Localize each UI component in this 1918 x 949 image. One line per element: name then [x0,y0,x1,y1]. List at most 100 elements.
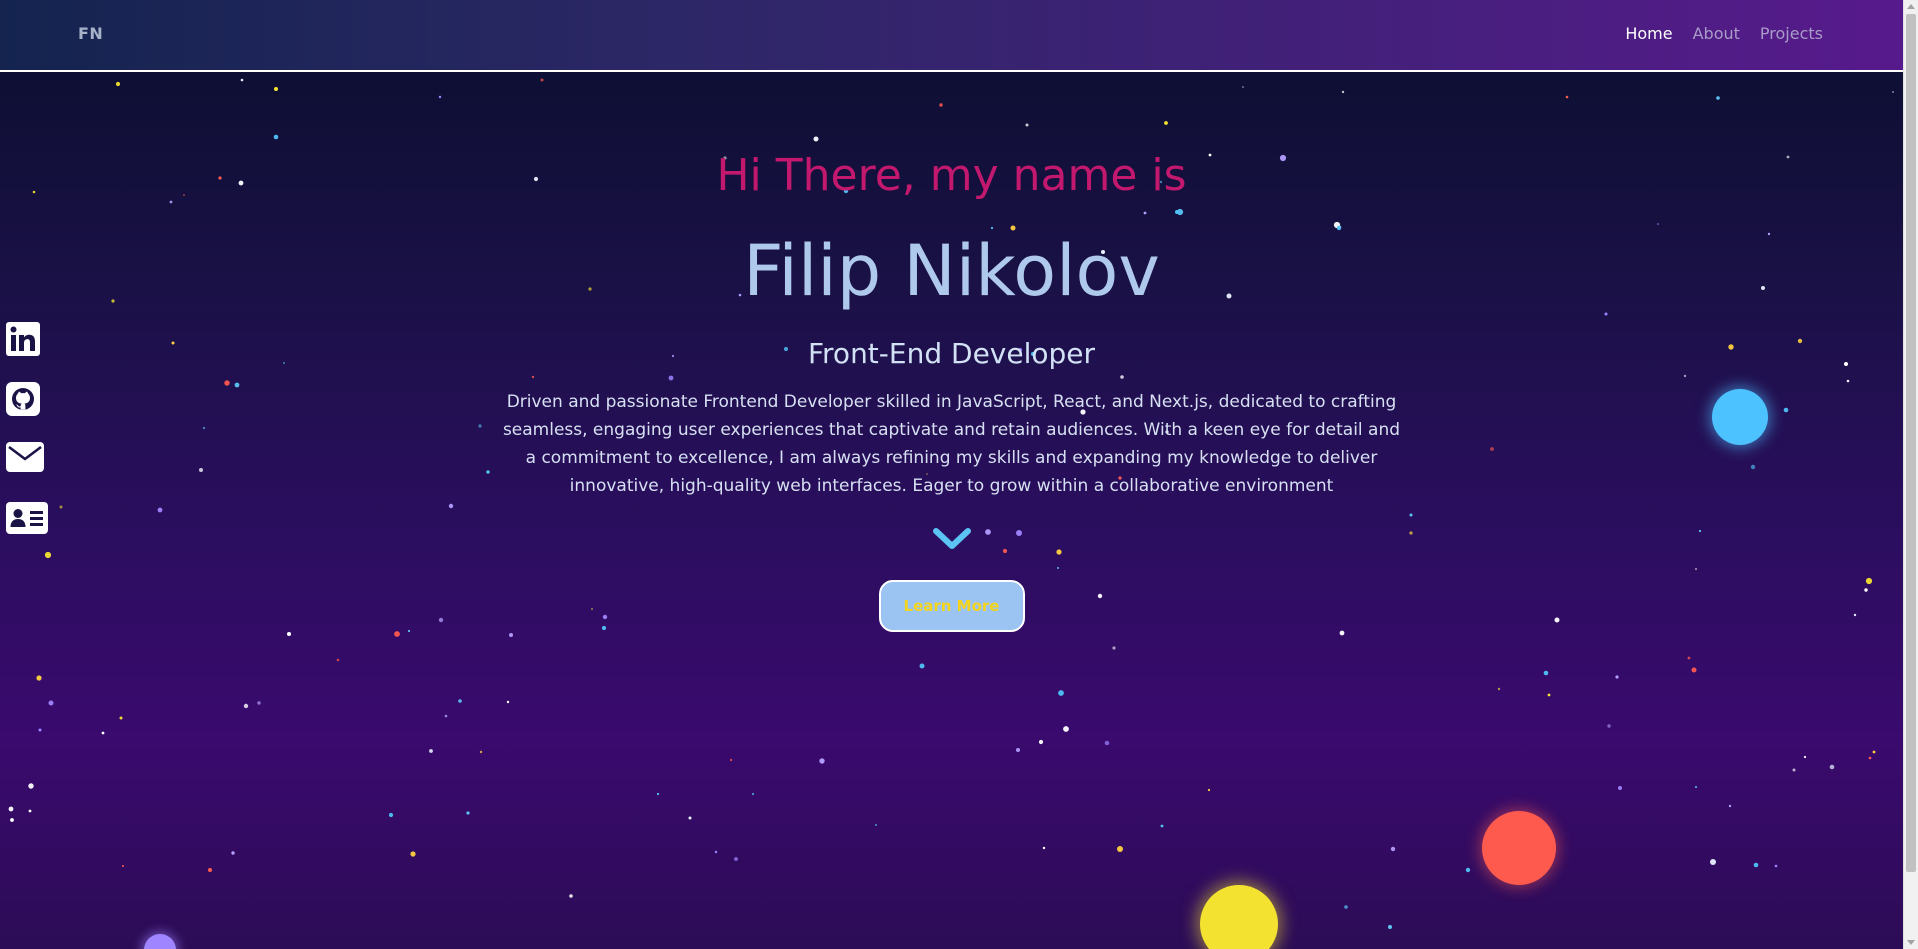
star-dot [819,758,825,764]
scrollbar-thumb[interactable] [1906,14,1916,872]
nav-projects-link[interactable]: Projects [1760,24,1823,43]
star-dot [569,894,573,898]
star-dot [38,728,42,732]
star-dot [1465,867,1471,873]
star-dot [115,81,121,87]
star-dot [274,87,278,91]
hero-name: Filip Nikolov [743,230,1160,312]
star-dot [1207,788,1211,792]
hero-role: Front-End Developer [807,337,1096,370]
mail-icon[interactable] [6,442,48,482]
star-dot [28,783,34,789]
star-dot [257,701,261,705]
star-dot [208,868,212,872]
nav-about-link[interactable]: About [1693,24,1740,43]
star-dot [1390,846,1396,852]
star-dot [1388,925,1392,929]
social-sidebar [6,322,48,562]
star-dot [1242,86,1244,88]
star-dot [540,78,544,82]
contact-card-icon[interactable] [6,502,48,542]
star-dot [1160,824,1164,828]
star-dot [273,134,279,140]
star-dot [939,103,943,107]
star-dot [1868,756,1872,760]
star-dot [1016,748,1020,752]
github-icon[interactable] [6,382,48,422]
chevron-down-icon[interactable] [932,526,972,556]
star-dot [1063,726,1069,732]
star-dot [1792,768,1796,772]
star-dot [688,816,692,820]
star-dot [243,703,249,709]
star-dot [1695,786,1697,788]
star-dot [875,824,877,826]
star-dot [410,851,416,857]
star-dot [458,699,462,703]
scroll-up-arrow-icon[interactable] [1907,4,1915,9]
star-dot [28,809,32,813]
star-dot [1618,786,1622,790]
star-dot [1042,846,1046,850]
star-dot [1829,764,1835,770]
star-dot [119,716,123,720]
star-dot [1710,859,1716,865]
star-dot [1753,862,1759,868]
star-dot [388,812,394,818]
star-dot [1716,96,1720,100]
star-dot [1341,90,1345,94]
star-dot [1774,864,1778,868]
star-dot [1497,687,1501,691]
star-dot [1164,121,1168,125]
planet-red [1482,811,1556,885]
star-dot [506,700,510,704]
nav-links: Home About Projects [1625,24,1823,43]
star-dot [429,749,433,753]
star-dot [36,675,42,681]
star-dot [751,792,755,796]
linkedin-icon[interactable] [6,322,48,362]
star-dot [1025,123,1029,127]
star-dot [1117,846,1123,852]
star-dot [444,714,448,718]
star-dot [1872,750,1876,754]
star-dot [1104,740,1110,746]
star-dot [438,95,442,99]
vertical-scrollbar[interactable] [1903,0,1918,949]
star-dot [48,700,54,706]
star-dot [509,633,513,637]
nav-home-link[interactable]: Home [1625,24,1672,43]
top-navbar: FN Home About Projects [0,0,1903,72]
star-dot [1615,675,1619,679]
learn-more-button[interactable]: Learn More [878,580,1025,632]
scroll-down-arrow-icon[interactable] [1907,940,1915,945]
star-dot [1038,739,1044,745]
star-dot [1691,667,1697,673]
star-dot [231,851,235,855]
star-dot [287,632,291,636]
star-dot [919,663,925,669]
hero-bio: Driven and passionate Frontend Developer… [502,392,1401,496]
star-dot [1607,724,1611,728]
hero-greeting: Hi There, my name is [716,150,1187,201]
star-dot [466,811,470,815]
star-dot [240,78,244,82]
star-dot [10,818,14,822]
star-dot [1803,755,1807,759]
page-background: FN Home About Projects Hi There, my name… [0,0,1903,949]
star-dot [714,850,718,854]
star-dot [1112,646,1116,650]
star-dot [1547,693,1551,697]
star-dot [1543,670,1549,676]
hero-section: Hi There, my name is Filip Nikolov Front… [0,146,1903,632]
star-dot [1687,656,1691,660]
star-dot [729,758,733,762]
star-dot [101,731,105,735]
brand-logo[interactable]: FN [78,24,103,43]
star-dot [734,857,738,861]
star-dot [656,792,660,796]
star-dot [1728,804,1732,808]
star-dot [1565,95,1569,99]
star-dot [1058,690,1064,696]
star-dot [122,865,124,867]
